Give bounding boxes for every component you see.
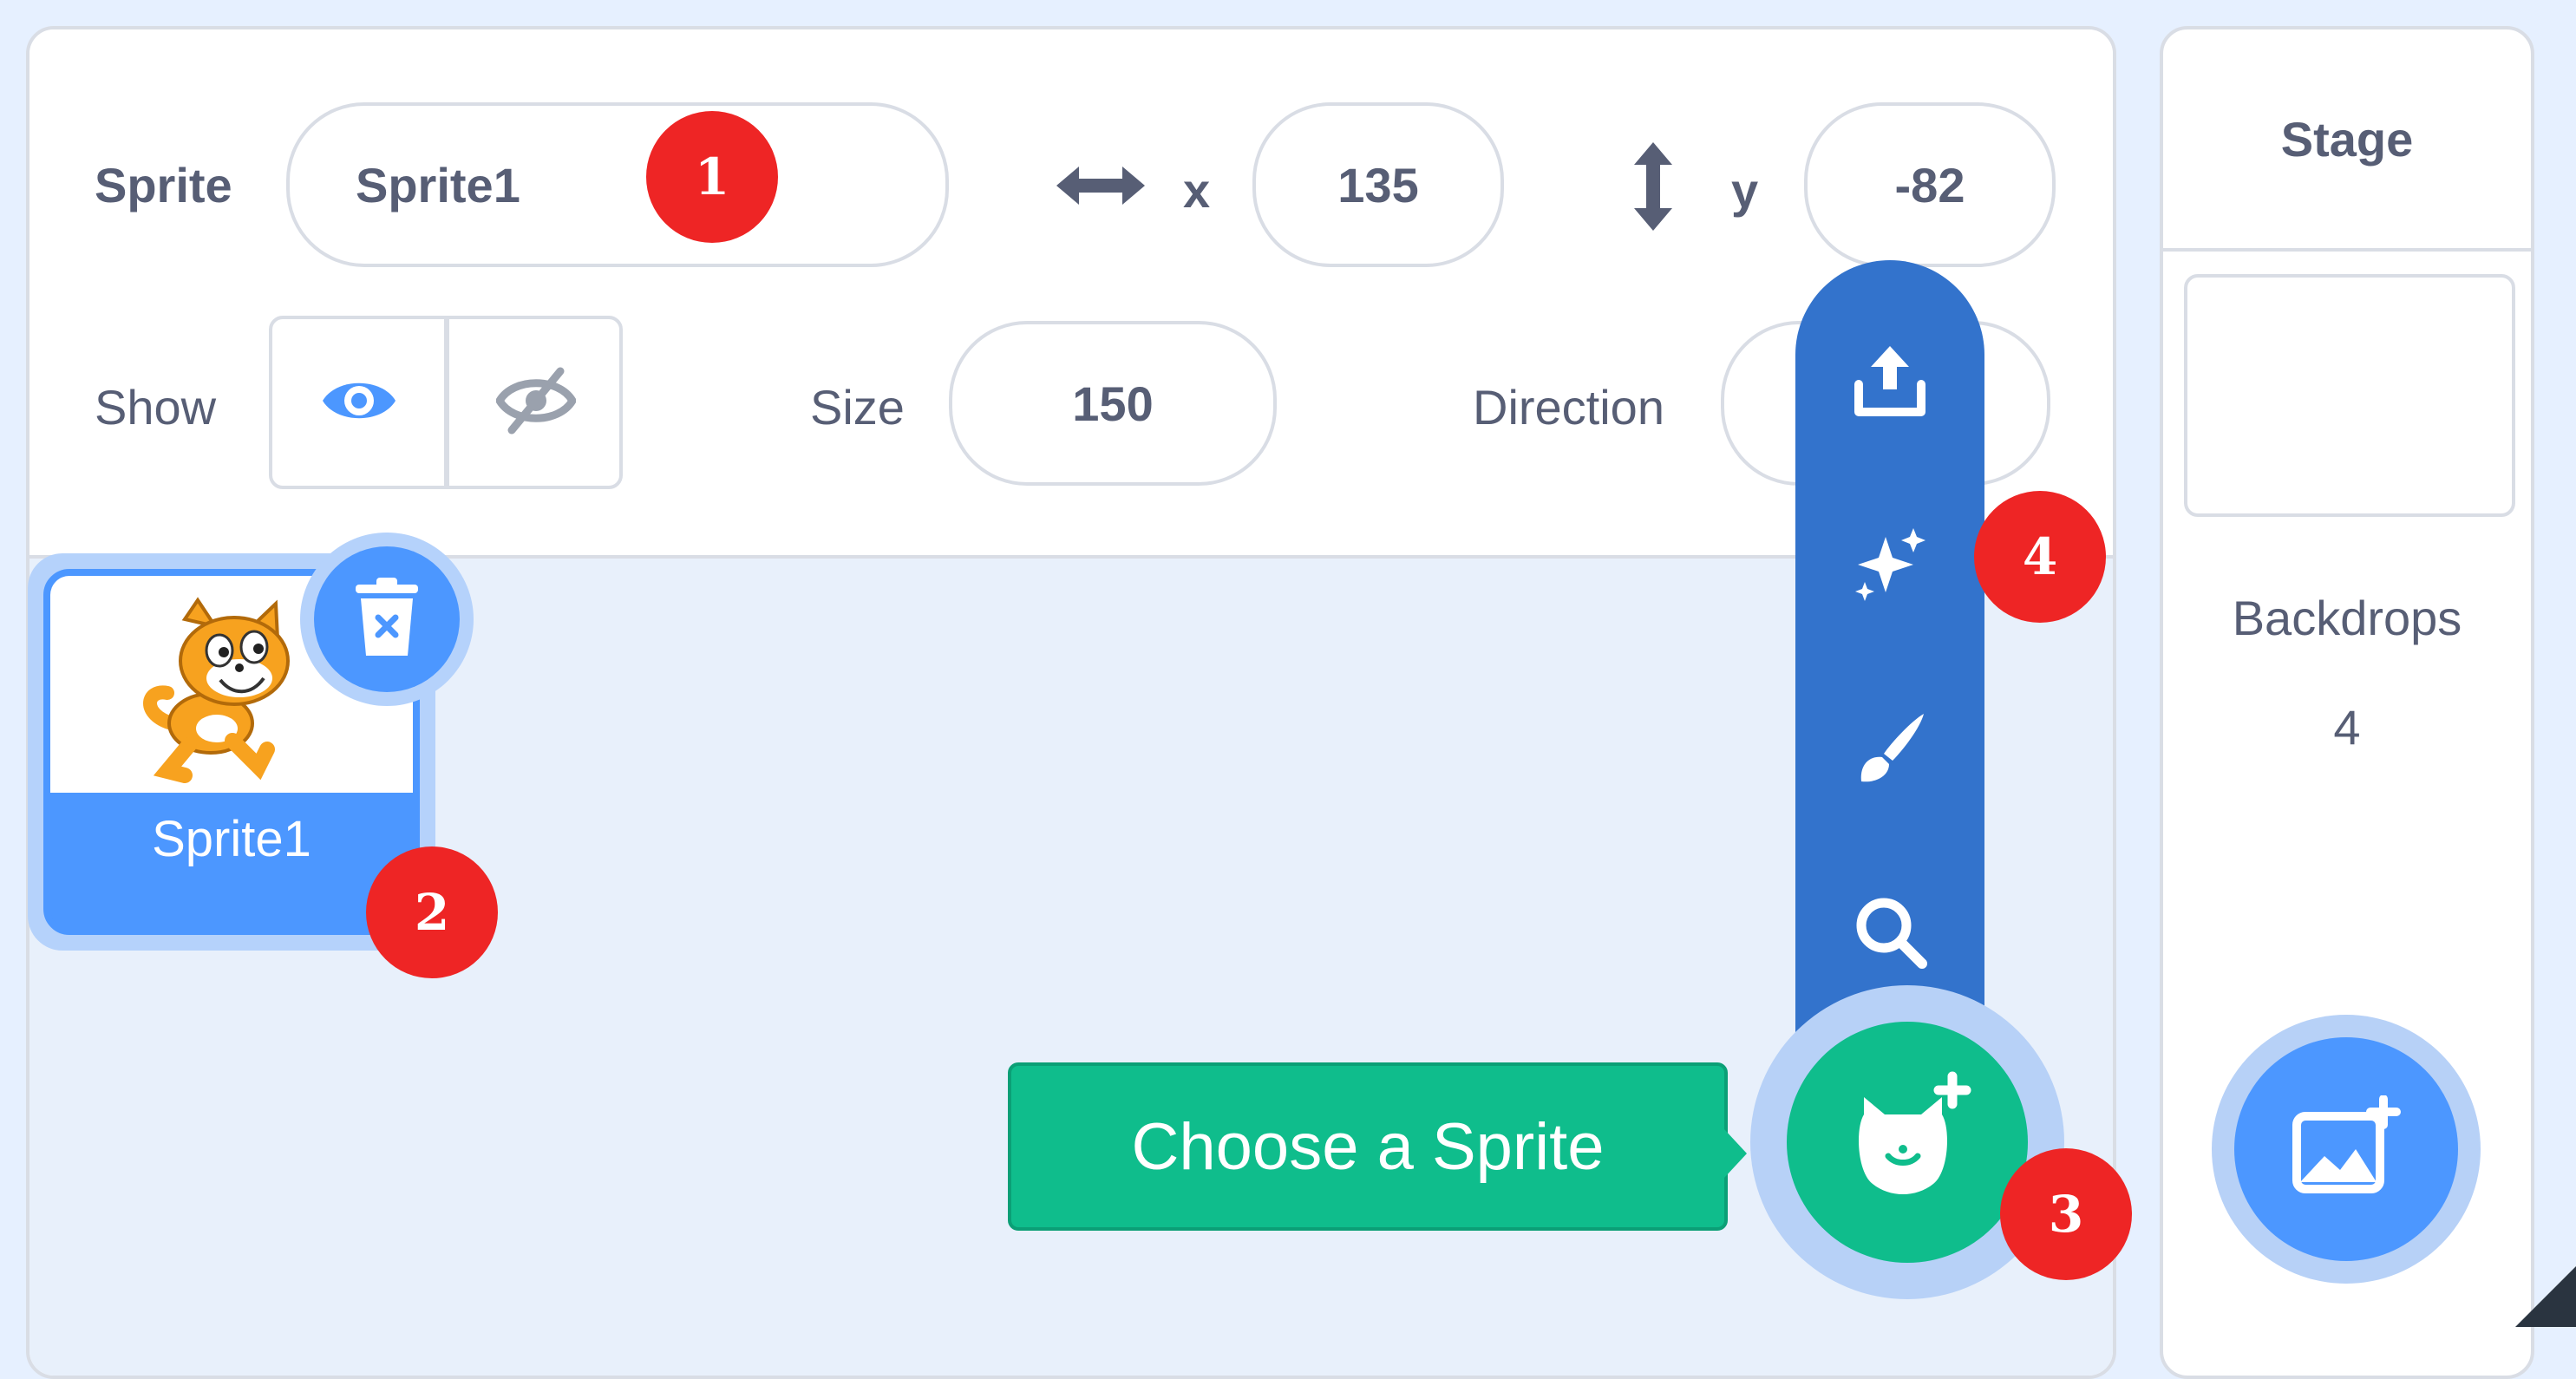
cat-plus-icon [1838, 1071, 1977, 1214]
eye-slash-icon [494, 366, 578, 440]
cat-sprite-image [137, 593, 328, 788]
callout-badge-3: 3 [2000, 1148, 2132, 1280]
size-label: Size [810, 380, 905, 435]
x-input[interactable]: 135 [1252, 102, 1504, 267]
search-icon [1851, 892, 1929, 975]
backdrops-count: 4 [2333, 700, 2361, 755]
stage-title: Stage [2163, 29, 2531, 252]
paint-sprite-button[interactable] [1795, 680, 1984, 819]
surprise-icon [1851, 525, 1929, 607]
search-sprite-button[interactable] [1795, 864, 1984, 1003]
choose-sprite-button[interactable] [1787, 1022, 2028, 1263]
callout-badge-2: 2 [366, 846, 498, 978]
surprise-sprite-button[interactable] [1795, 496, 1984, 635]
callout-badge-1: 1 [646, 111, 778, 243]
x-arrows-icon [1053, 160, 1148, 216]
choose-sprite-tooltip: Choose a Sprite [1008, 1062, 1728, 1231]
sprite-tile-name: Sprite1 [152, 811, 311, 867]
eye-icon [319, 370, 399, 435]
choose-backdrop-button[interactable] [2234, 1037, 2458, 1261]
delete-sprite-button[interactable] [314, 546, 460, 692]
stage-thumbnail[interactable] [2184, 274, 2515, 517]
sprite-label: Sprite [95, 158, 232, 212]
y-label: y [1731, 163, 1759, 218]
x-label: x [1183, 163, 1211, 218]
upload-icon [1852, 341, 1928, 423]
paint-icon [1851, 709, 1929, 791]
upload-sprite-button[interactable] [1795, 312, 1984, 451]
add-sprite-flyout [1795, 260, 1984, 1067]
tooltip-arrow [1724, 1129, 1747, 1178]
y-input[interactable]: -82 [1804, 102, 2056, 267]
show-label: Show [95, 380, 217, 435]
direction-label: Direction [1473, 380, 1664, 435]
show-hidden-button[interactable] [449, 319, 619, 486]
visibility-toggle [269, 316, 623, 489]
callout-badge-4: 4 [1974, 491, 2106, 623]
y-arrows-icon [1627, 139, 1679, 239]
backdrops-label: Backdrops [2232, 591, 2462, 645]
image-plus-icon [2290, 1094, 2403, 1204]
size-input[interactable]: 150 [949, 321, 1277, 486]
show-visible-button[interactable] [272, 319, 446, 486]
sprite-name-input[interactable]: Sprite1 [286, 102, 949, 267]
trash-icon [352, 576, 422, 663]
